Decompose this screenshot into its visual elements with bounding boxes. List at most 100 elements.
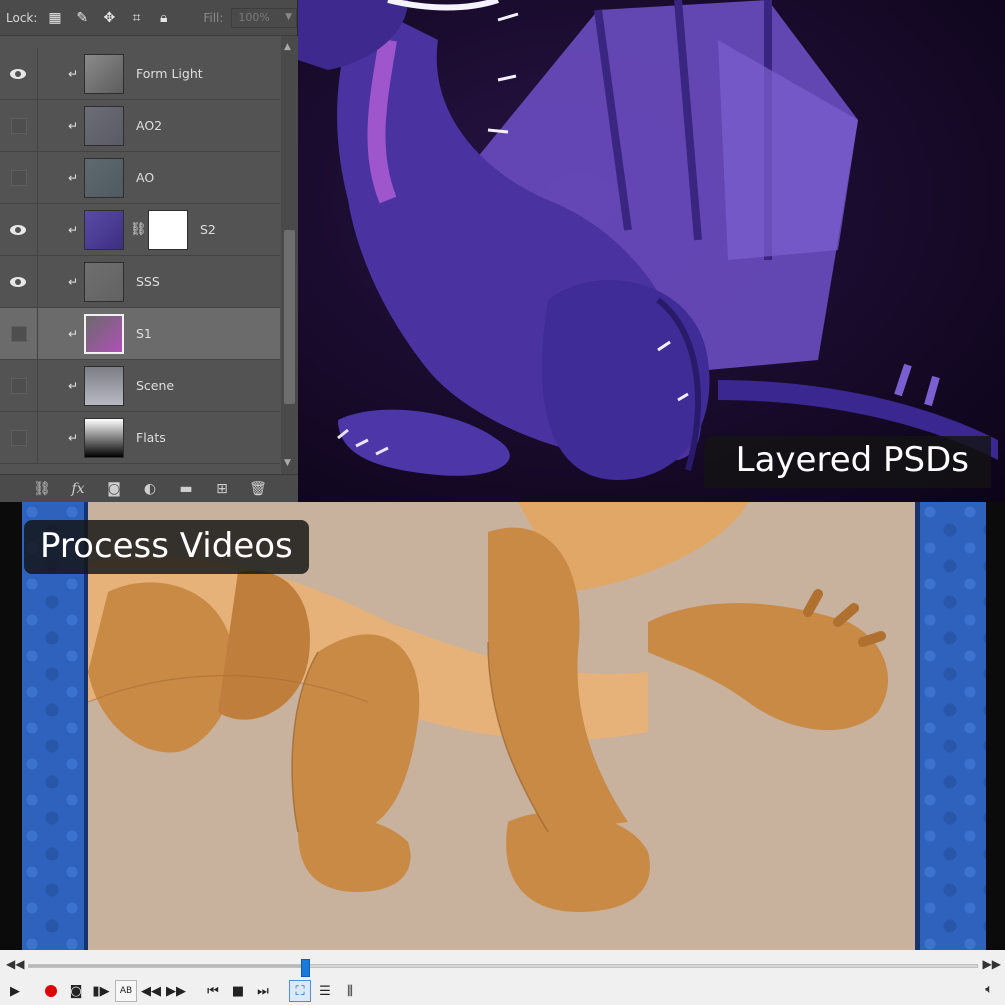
layers-footer: ⛓ fx ◙ ◐ ▬ ⊞ 🗑︎ [0,474,298,502]
playlist-icon[interactable]: ☰ [314,980,336,1002]
next-icon[interactable]: ⏭︎ [252,980,274,1002]
seek-progress [29,965,305,967]
layer-row-flats[interactable]: ↵ Flats [0,411,280,464]
hidden-box-icon [10,169,27,186]
layer-name: Scene [136,378,175,393]
lock-label: Lock: [6,10,38,25]
layer-thumbnail[interactable] [84,209,124,250]
loop-ab-label: AB [119,986,133,996]
snapshot-icon[interactable]: ◙ [65,980,87,1002]
layers-scrollbar[interactable]: ▲ ▼ [281,36,298,474]
clipping-mask-icon: ↵ [68,274,79,289]
layer-name: AO [136,170,155,185]
button-row: ▶ ◙ ▮▶ AB ◀◀ ▶▶ ⏮︎ ■ ⏭︎ ⛶ ☰ ⫼ 🔈︎ [0,980,1005,1004]
layer-thumbnail[interactable] [84,417,124,458]
visibility-toggle[interactable] [0,255,38,308]
clipping-mask-icon: ↵ [68,326,79,341]
add-mask-icon[interactable]: ◙ [104,481,124,497]
layer-name: SSS [136,274,160,289]
layer-name: Form Light [136,66,203,81]
mask-link-icon[interactable]: ⛓ [130,222,147,237]
faster-icon[interactable]: ▶▶ [165,980,187,1002]
slower-icon[interactable]: ◀◀ [140,980,162,1002]
clipping-mask-icon: ↵ [68,66,79,81]
lock-transparent-pixels-icon[interactable]: ▦ [45,8,64,28]
layer-list: ↵ Form Light ↵ AO2 ↵ AO ↵ ⛓ S2 ↵ SSS ↵ S1 ↵ Scene ↵ Flat… [0,47,280,464]
layer-thumbnail[interactable] [84,365,124,406]
clipping-mask-icon: ↵ [68,170,79,185]
scroll-up-icon[interactable]: ▲ [284,42,291,52]
hidden-box-icon [10,377,27,394]
layer-name: S1 [136,326,152,341]
layer-row-form-light[interactable]: ↵ Form Light [0,47,280,100]
video-border-right [920,502,986,950]
layer-row-s1[interactable]: ↵ S1 [0,307,280,360]
frame-step-icon[interactable]: ▮▶ [90,980,112,1002]
clipping-mask-icon: ↵ [68,430,79,445]
visibility-toggle[interactable] [0,307,38,360]
fill-label: Fill: [203,10,224,25]
layer-thumbnail[interactable] [84,261,124,302]
seek-handle[interactable] [301,959,310,977]
seek-forward-icon[interactable]: ▶▶ [983,957,1001,971]
layer-thumbnail[interactable] [84,53,124,94]
visibility-toggle[interactable] [0,411,38,464]
hidden-box-icon [10,325,27,342]
caption-layered-psds: Layered PSDs [703,436,991,488]
video-frame[interactable]: Process Videos [0,502,1005,950]
visibility-toggle[interactable] [0,151,38,204]
fill-value: 100% [238,11,270,24]
seek-back-icon[interactable]: ◀◀ [6,957,24,971]
scroll-down-icon[interactable]: ▼ [284,458,291,468]
previous-icon[interactable]: ⏮︎ [202,980,224,1002]
lock-position-icon[interactable]: ✥ [100,8,119,28]
lock-artboard-icon[interactable]: ⌗ [127,8,146,28]
layer-row-sss[interactable]: ↵ SSS [0,255,280,308]
eye-icon [9,276,28,288]
visibility-toggle[interactable] [0,359,38,412]
lock-all-icon[interactable]: 🔒︎ [154,8,173,28]
new-layer-icon[interactable]: ⊞ [212,481,232,497]
record-icon[interactable] [40,980,62,1002]
layer-style-fx-icon[interactable]: fx [68,481,88,497]
clipping-mask-icon: ↵ [68,222,79,237]
layer-mask-thumbnail[interactable] [148,209,188,250]
scrollbar-thumb[interactable] [284,230,295,404]
layer-name: S2 [200,222,216,237]
layer-row-scene[interactable]: ↵ Scene [0,359,280,412]
vlc-player: Process Videos ◀◀ ▶▶ ▶ ◙ ▮▶ AB ◀◀ ▶▶ ⏮︎ … [0,502,1005,1005]
seek-bar[interactable] [28,959,978,977]
link-layers-icon[interactable]: ⛓ [32,481,52,497]
clipping-mask-icon: ↵ [68,118,79,133]
extended-settings-icon[interactable]: ⫼ [339,980,361,1002]
visibility-toggle[interactable] [0,99,38,152]
layer-name: AO2 [136,118,163,133]
visibility-toggle[interactable] [0,203,38,256]
layer-row-ao[interactable]: ↵ AO [0,151,280,204]
layer-thumbnail[interactable] [84,157,124,198]
delete-layer-icon[interactable]: 🗑︎ [248,481,268,497]
loop-ab-icon[interactable]: AB [115,980,137,1002]
layer-thumbnail[interactable] [84,105,124,146]
layer-row-ao2[interactable]: ↵ AO2 [0,99,280,152]
play-icon[interactable]: ▶ [4,980,26,1002]
adjustment-layer-icon[interactable]: ◐ [140,481,160,497]
stop-icon[interactable]: ■ [227,980,249,1002]
photoshop-screenshot: Lock: ▦ ✎ ✥ ⌗ 🔒︎ Fill: 100% ▼ ↵ Form Ligh… [0,0,1005,502]
purple-dragon-artwork [298,0,1005,502]
volume-icon[interactable]: 🔈︎ [985,982,993,997]
visibility-toggle[interactable] [0,47,38,100]
player-controls: ◀◀ ▶▶ ▶ ◙ ▮▶ AB ◀◀ ▶▶ ⏮︎ ■ ⏭︎ ⛶ ☰ ⫼ 🔈︎ [0,950,1005,1005]
lock-toolbar: Lock: ▦ ✎ ✥ ⌗ 🔒︎ Fill: 100% ▼ [0,0,297,36]
layer-row-s2[interactable]: ↵ ⛓ S2 [0,203,280,256]
fill-input[interactable]: 100% ▼ [231,7,297,28]
chevron-down-icon: ▼ [285,11,292,22]
fullscreen-icon[interactable]: ⛶ [289,980,311,1002]
new-group-icon[interactable]: ▬ [176,481,196,497]
layer-thumbnail[interactable] [84,313,124,354]
layers-panel: Lock: ▦ ✎ ✥ ⌗ 🔒︎ Fill: 100% ▼ ↵ Form Ligh… [0,0,298,502]
clipping-mask-icon: ↵ [68,378,79,393]
hidden-box-icon [10,429,27,446]
layer-name: Flats [136,430,166,445]
lock-image-pixels-icon[interactable]: ✎ [73,8,92,28]
